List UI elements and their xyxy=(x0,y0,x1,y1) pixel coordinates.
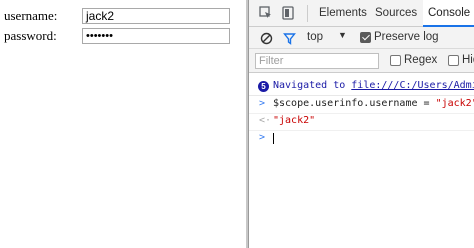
command-expression: $scope.userinfo.username = xyxy=(273,98,430,109)
tab-elements[interactable]: Elements xyxy=(319,0,367,26)
username-row: username: jack2 xyxy=(4,7,230,25)
context-dropdown-icon[interactable]: ▼ xyxy=(338,30,347,40)
web-page: username: jack2 password: ••••••• xyxy=(0,0,246,248)
toolbar-separator xyxy=(307,5,308,22)
hide-network-checkbox[interactable] xyxy=(448,55,459,66)
username-label: username: xyxy=(4,8,58,23)
console-prompt[interactable]: > xyxy=(249,130,474,147)
password-label: password: xyxy=(4,28,57,43)
result-chevron-icon: <· xyxy=(259,115,272,126)
result-string: "jack2" xyxy=(273,115,316,126)
regex-label[interactable]: Regex xyxy=(404,54,437,66)
context-selector[interactable]: top xyxy=(307,31,323,43)
console-result-line: <· "jack2" xyxy=(249,113,474,131)
command-string: "jack2" xyxy=(435,98,474,109)
filter-bar: Filter Regex Hide xyxy=(249,49,474,73)
repeat-count-badge: 5 xyxy=(258,81,269,92)
hide-network-label[interactable]: Hide xyxy=(462,54,474,66)
console-message-navigation: 5 Navigated to file:///C:/Users/Admin xyxy=(249,78,474,96)
device-toolbar-icon[interactable] xyxy=(279,4,297,22)
clear-console-icon[interactable] xyxy=(257,29,275,47)
password-row: password: ••••••• xyxy=(4,27,230,45)
username-input[interactable]: jack2 xyxy=(82,8,230,24)
console-toolbar: top ▼ Preserve log xyxy=(249,27,474,49)
inspect-element-icon[interactable] xyxy=(257,4,275,22)
prompt-chevron-icon: > xyxy=(259,132,266,143)
tab-sources[interactable]: Sources xyxy=(375,0,417,26)
console-output: 5 Navigated to file:///C:/Users/Admin > … xyxy=(249,74,474,248)
navigation-link[interactable]: file:///C:/Users/Admin xyxy=(351,80,474,91)
regex-checkbox[interactable] xyxy=(390,55,401,66)
navigation-message: Navigated to file:///C:/Users/Admin xyxy=(273,80,474,91)
tab-console[interactable]: Console xyxy=(423,0,474,27)
text-cursor xyxy=(273,133,274,144)
devtools-panel: Elements Sources Console top ▼ Preserve … xyxy=(249,0,474,248)
filter-icon[interactable] xyxy=(280,29,298,47)
command-chevron-icon: > xyxy=(259,98,266,109)
preserve-log-label[interactable]: Preserve log xyxy=(374,31,439,43)
command-text: $scope.userinfo.username = "jack2" xyxy=(273,98,474,109)
filter-input[interactable]: Filter xyxy=(255,53,379,69)
preserve-log-checkbox[interactable] xyxy=(360,32,371,43)
devtools-toolbar: Elements Sources Console xyxy=(249,0,474,27)
console-command-line: > $scope.userinfo.username = "jack2" xyxy=(249,96,474,114)
password-input[interactable]: ••••••• xyxy=(82,28,230,44)
navigation-prefix: Navigated to xyxy=(273,80,346,91)
